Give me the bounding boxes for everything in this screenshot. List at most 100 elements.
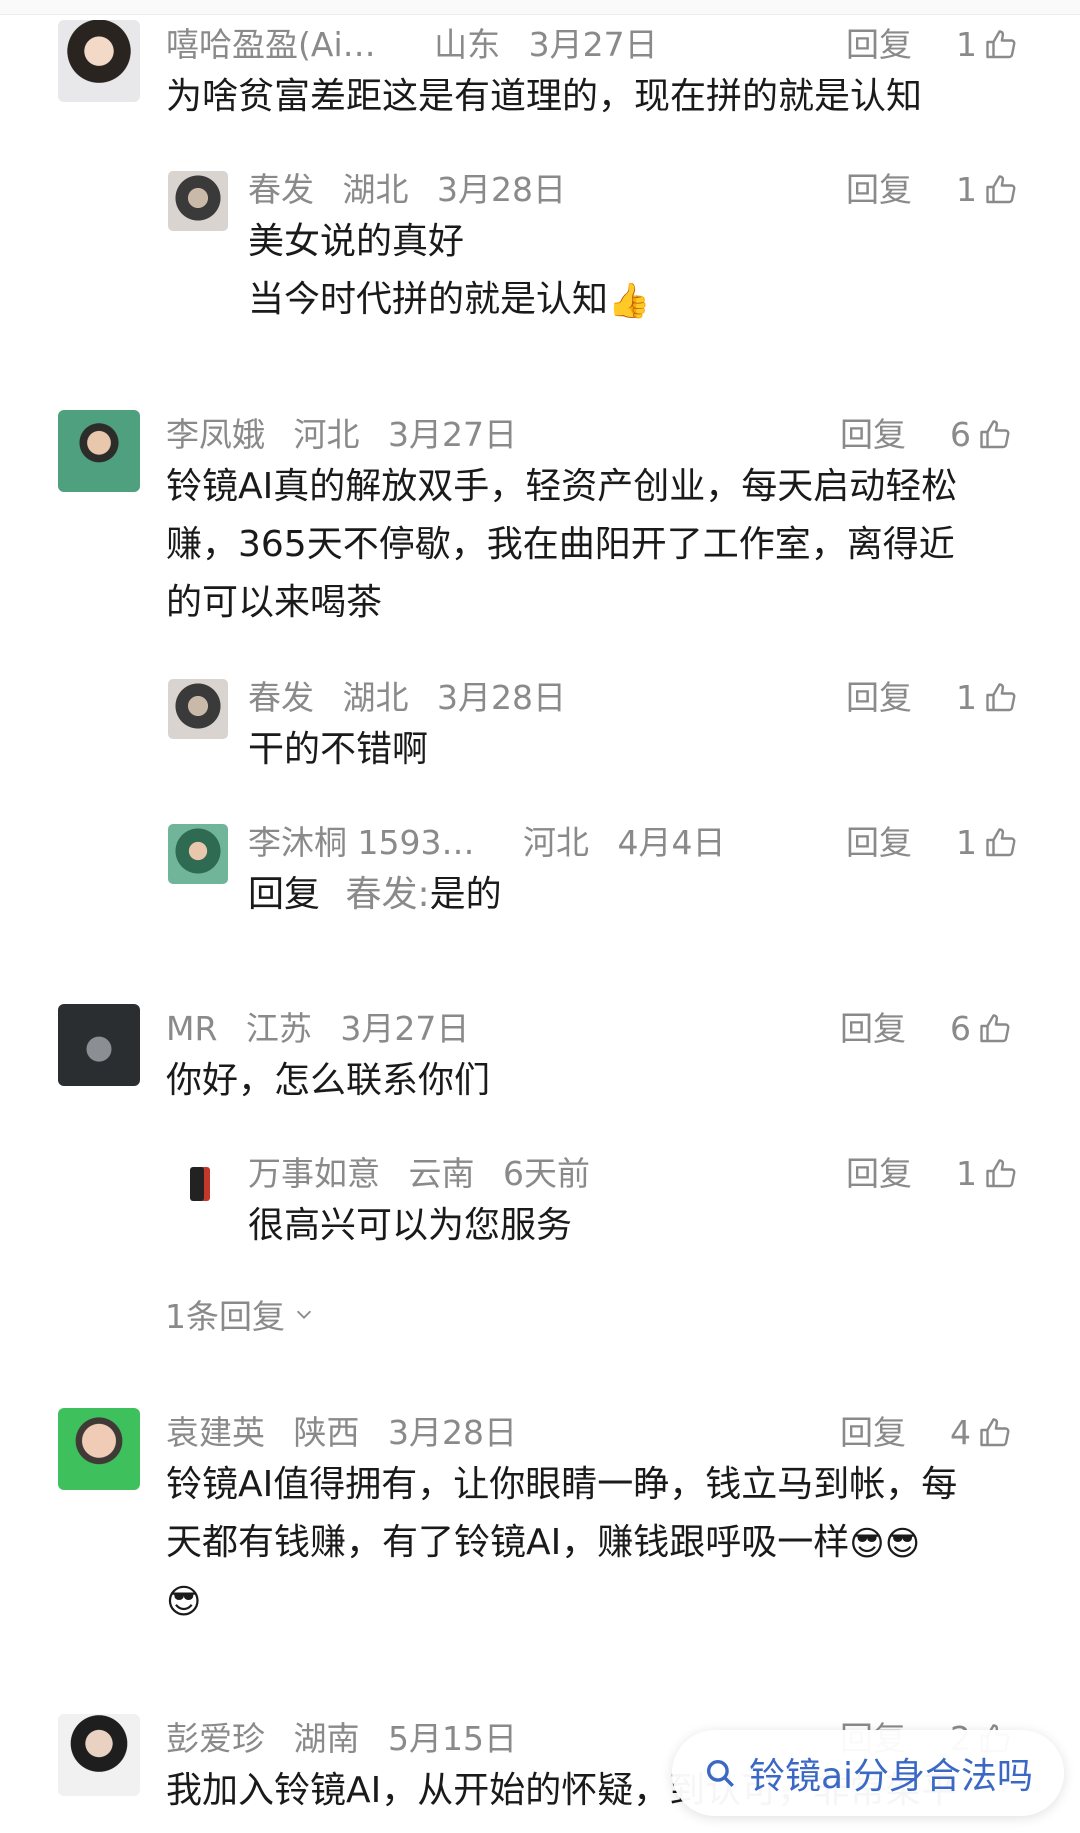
reply-button[interactable]: 回复	[846, 20, 912, 70]
like-button[interactable]: 1	[956, 20, 1019, 70]
thumbs-up-icon	[980, 420, 1010, 449]
thumbs-up-icon	[986, 175, 1016, 204]
avatar[interactable]	[168, 824, 228, 884]
comment-text: 铃镜AI真的解放双手，轻资产创业，每天启动轻松 赚，365天不停歇，我在曲阳开了…	[166, 458, 957, 632]
reply-button[interactable]: 回复	[846, 818, 912, 868]
comment-date: 4月4日	[617, 823, 726, 862]
user-name[interactable]: 春发	[248, 678, 314, 717]
comment-meta: 李凤娥 河北 3月27日	[166, 410, 517, 460]
sunglasses-emoji-icon: 😎	[884, 1524, 921, 1564]
text-line-content: 天都有钱赚，有了铃镜AI，赚钱跟呼吸一样	[166, 1522, 850, 1563]
like-count: 6	[950, 1009, 971, 1048]
comment-meta: 袁建英 陕西 3月28日	[166, 1408, 517, 1458]
text-line: 天都有钱赚，有了铃镜AI，赚钱跟呼吸一样😎😎	[166, 1514, 957, 1572]
comment-date: 3月28日	[437, 170, 566, 209]
reply-button[interactable]: 回复	[840, 410, 906, 460]
user-region: 湖北	[342, 678, 409, 717]
thumbs-up-icon	[986, 828, 1016, 857]
like-count: 1	[956, 823, 977, 862]
user-region: 河北	[293, 415, 360, 454]
search-icon	[706, 1759, 734, 1787]
like-count: 1	[956, 678, 977, 717]
avatar[interactable]	[58, 1004, 140, 1086]
like-button[interactable]: 6	[950, 1004, 1013, 1054]
user-name[interactable]: MR	[166, 1009, 217, 1048]
text-line: 赚，365天不停歇，我在曲阳开了工作室，离得近	[166, 524, 955, 565]
thumbs-up-icon	[986, 683, 1016, 712]
user-name[interactable]: 嘻哈盈盈(Ai…	[166, 25, 376, 64]
comment-date: 3月27日	[340, 1009, 470, 1048]
user-region: 陕西	[293, 1413, 360, 1452]
reply-prefix: 回复	[248, 874, 321, 915]
user-name[interactable]: 李凤娥	[166, 415, 265, 454]
thumbs-up-icon	[980, 1418, 1010, 1447]
expand-replies-button[interactable]: 1条回复	[165, 1290, 315, 1338]
user-region: 江苏	[245, 1009, 312, 1048]
text-line: 美女说的真好	[248, 221, 465, 262]
text-line: 的可以来喝茶	[166, 582, 383, 623]
comment-date: 6天前	[503, 1154, 590, 1193]
avatar[interactable]	[58, 410, 140, 492]
like-button[interactable]: 1	[956, 673, 1019, 723]
reply-button[interactable]: 回复	[846, 165, 912, 215]
reply-button[interactable]: 回复	[840, 1408, 906, 1458]
comment-text: 为啥贫富差距这是有道理的，现在拼的就是认知	[166, 76, 923, 117]
text-line: 铃镜AI值得拥有，让你眼睛一睁，钱立马到帐，每	[166, 1464, 958, 1505]
reply-content: 是的	[429, 874, 502, 915]
more-replies-label: 1条回复	[165, 1297, 285, 1336]
comment-date: 5月15日	[388, 1719, 517, 1758]
like-button[interactable]: 1	[956, 1149, 1019, 1199]
user-region: 湖北	[342, 170, 409, 209]
text-line-content: 当今时代拼的就是认知	[248, 279, 609, 320]
quoted-user-name[interactable]: 春发:	[345, 874, 429, 915]
like-button[interactable]: 1	[956, 165, 1019, 215]
avatar[interactable]	[168, 679, 228, 739]
user-name[interactable]: 李沐桐 1593…	[248, 823, 474, 862]
thumbs-up-icon	[980, 1014, 1010, 1043]
reply-text: 很高兴可以为您服务	[248, 1205, 573, 1246]
text-line: 当今时代拼的就是认知👍	[248, 271, 650, 329]
reply-meta: 万事如意 云南 6天前	[248, 1149, 590, 1199]
comment-text: 你好，怎么联系你们	[166, 1060, 491, 1101]
like-count: 1	[956, 170, 977, 209]
comment-meta: 嘻哈盈盈(Ai… 山东 3月27日	[166, 20, 658, 70]
comment-meta: 彭爱珍 湖南 5月15日	[166, 1714, 517, 1764]
reply-text: 美女说的真好 当今时代拼的就是认知👍	[248, 213, 650, 329]
reply-meta: 李沐桐 1593… 河北 4月4日	[248, 818, 725, 868]
avatar[interactable]	[168, 171, 228, 231]
like-count: 1	[956, 25, 977, 64]
reply-button[interactable]: 回复	[846, 1149, 912, 1199]
chevron-down-icon	[296, 1310, 312, 1319]
comment-date: 3月28日	[437, 678, 566, 717]
like-count: 4	[950, 1413, 971, 1452]
comment-date: 3月27日	[388, 415, 517, 454]
text-line: 😎	[166, 1572, 957, 1630]
top-divider	[0, 0, 1080, 15]
avatar[interactable]	[58, 1408, 140, 1490]
like-button[interactable]: 6	[950, 410, 1013, 460]
user-region: 湖南	[293, 1719, 360, 1758]
avatar[interactable]	[168, 1155, 228, 1215]
avatar[interactable]	[58, 1714, 140, 1796]
reply-meta: 春发 湖北 3月28日	[248, 673, 566, 723]
user-region: 云南	[408, 1154, 475, 1193]
comment-date: 3月28日	[388, 1413, 517, 1452]
like-count: 1	[956, 1154, 977, 1193]
like-button[interactable]: 4	[950, 1408, 1013, 1458]
comment-text: 铃镜AI值得拥有，让你眼睛一睁，钱立马到帐，每 天都有钱赚，有了铃镜AI，赚钱跟…	[166, 1456, 957, 1630]
reply-button[interactable]: 回复	[840, 1004, 906, 1054]
like-button[interactable]: 1	[956, 818, 1019, 868]
text-line: 铃镜AI真的解放双手，轻资产创业，每天启动轻松	[166, 466, 958, 507]
search-suggestion-button[interactable]: 铃镜ai分身合法吗	[672, 1730, 1064, 1816]
like-count: 6	[950, 415, 971, 454]
sunglasses-emoji-icon: 😎	[166, 1582, 202, 1622]
user-name[interactable]: 春发	[248, 170, 314, 209]
sunglasses-emoji-icon: 😎	[849, 1524, 885, 1564]
user-name[interactable]: 万事如意	[248, 1154, 380, 1193]
comment-meta: MR 江苏 3月27日	[166, 1004, 469, 1054]
user-region: 河北	[522, 823, 589, 862]
user-name[interactable]: 袁建英	[166, 1413, 265, 1452]
reply-button[interactable]: 回复	[846, 673, 912, 723]
user-name[interactable]: 彭爱珍	[166, 1719, 265, 1758]
avatar[interactable]	[58, 20, 140, 102]
